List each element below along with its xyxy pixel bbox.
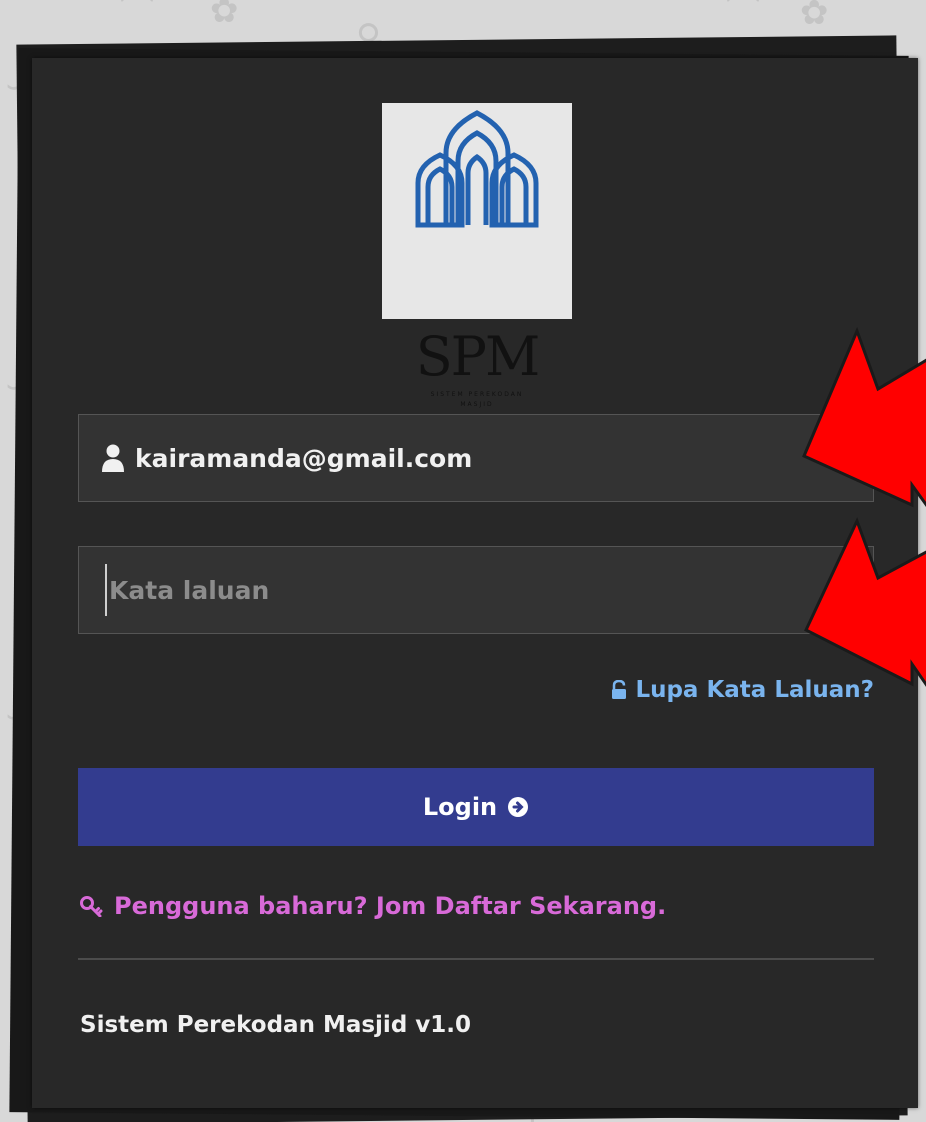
- app-version-text: Sistem Perekodan Masjid v1.0: [80, 1012, 472, 1038]
- register-link-label: Pengguna baharu? Jom Daftar Sekarang.: [114, 892, 667, 920]
- logo-subtitle: MASJID: [460, 401, 494, 408]
- login-button-label: Login: [422, 793, 498, 821]
- forgot-password-link[interactable]: Lupa Kata Laluan?: [611, 677, 874, 703]
- register-link[interactable]: Pengguna baharu? Jom Daftar Sekarang.: [80, 892, 666, 920]
- logo-subtitle: SISTEM PEREKODAN: [430, 391, 524, 398]
- background-doodle: ⌒: [726, 0, 760, 31]
- forgot-password-label: Lupa Kata Laluan?: [635, 677, 874, 703]
- password-field[interactable]: [78, 546, 874, 634]
- email-value: kairamanda@gmail.com: [135, 443, 473, 473]
- background-doodle: ✿: [210, 0, 239, 31]
- logo-title: SPM: [415, 325, 541, 388]
- password-input[interactable]: [105, 564, 831, 616]
- key-icon: [80, 896, 103, 917]
- login-button[interactable]: Login: [78, 768, 874, 846]
- background-doodle: ✿: [800, 0, 829, 33]
- background-doodle: ⌒: [120, 0, 154, 31]
- user-icon: [102, 444, 124, 472]
- mosque-icon: [415, 110, 539, 228]
- email-field[interactable]: kairamanda@gmail.com: [78, 414, 874, 502]
- unlock-icon: [612, 680, 627, 699]
- arrow-circle-right-icon: [508, 797, 529, 817]
- spm-logo: SPM SISTEM PEREKODAN MASJID: [382, 103, 572, 408]
- divider: [78, 958, 874, 960]
